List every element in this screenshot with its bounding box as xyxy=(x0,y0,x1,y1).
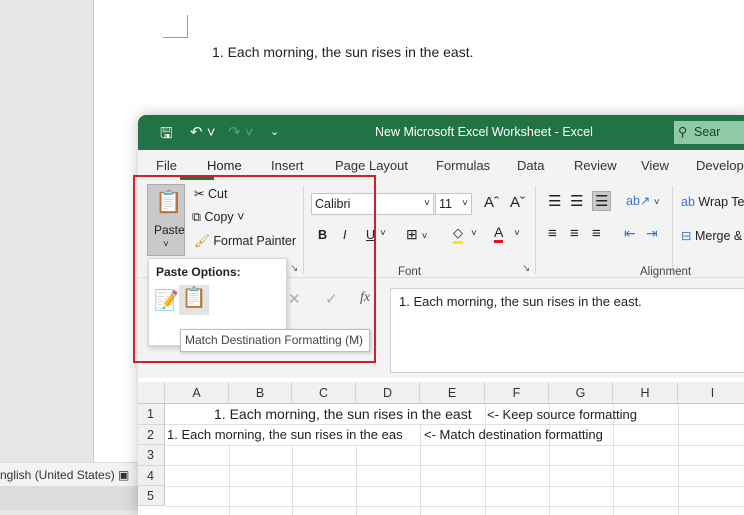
borders-icon[interactable]: ⊞ ˅ xyxy=(406,226,427,243)
customize-qat-icon[interactable]: ⌄ xyxy=(270,125,279,138)
middle-align-icon[interactable]: ☰ xyxy=(570,192,583,210)
merge-icon: ⊟ xyxy=(681,229,692,243)
align-right-icon[interactable]: ≡ xyxy=(592,225,601,242)
tab-home[interactable]: Home xyxy=(207,158,242,173)
tab-data[interactable]: Data xyxy=(517,158,544,173)
word-status-bar: nglish (United States) ▣ xyxy=(0,462,138,486)
align-center-icon[interactable]: ≡ xyxy=(570,225,579,242)
margin-corner-mark xyxy=(163,15,188,38)
row-header[interactable]: 5 xyxy=(138,486,165,506)
word-list-item: 1. Each morning, the sun rises in the ea… xyxy=(212,44,474,60)
select-all-corner[interactable] xyxy=(138,382,165,404)
column-header[interactable]: D xyxy=(356,382,420,404)
top-align-icon[interactable]: ☰ xyxy=(548,192,561,210)
font-color-dropdown-icon[interactable]: ˅ xyxy=(514,228,520,239)
tab-developer[interactable]: Develop xyxy=(696,158,744,173)
bottom-align-icon[interactable]: ☰ xyxy=(592,191,612,211)
column-header[interactable]: F xyxy=(485,382,549,404)
tab-view[interactable]: View xyxy=(641,158,669,173)
wrap-text-icon: ab xyxy=(681,195,695,209)
increase-indent-icon[interactable]: ⇥ xyxy=(646,225,658,242)
align-left-icon[interactable]: ≡ xyxy=(548,225,557,242)
tab-file[interactable]: File xyxy=(156,158,177,173)
alignment-group-label: Alignment xyxy=(640,266,692,278)
tab-review[interactable]: Review xyxy=(574,158,617,173)
fill-color-dropdown-icon[interactable]: ˅ xyxy=(471,228,477,239)
cell-e1[interactable]: <- Keep source formatting xyxy=(487,405,637,425)
word-taskbar-area xyxy=(0,486,138,510)
merge-center-button[interactable]: ⊟ Merge & xyxy=(681,228,742,243)
increase-font-icon[interactable]: Aˆ xyxy=(484,194,499,211)
cell-a2[interactable]: 1. Each morning, the sun rises in the ea… xyxy=(167,425,420,445)
column-header[interactable]: E xyxy=(420,382,485,404)
wrap-text-label: Wrap Tex xyxy=(698,195,744,209)
tab-formulas[interactable]: Formulas xyxy=(436,158,490,173)
decrease-font-icon[interactable]: Aˇ xyxy=(510,194,525,211)
cell-a1[interactable]: 1. Each morning, the sun rises in the ea… xyxy=(214,404,472,424)
accessibility-icon[interactable]: ▣ xyxy=(118,463,129,486)
search-label: Sear xyxy=(694,125,721,139)
font-color-icon[interactable]: A xyxy=(494,224,504,243)
save-icon[interactable]: 🖫 xyxy=(160,123,173,148)
window-title: New Microsoft Excel Worksheet - Excel xyxy=(375,125,593,139)
column-header[interactable]: C xyxy=(292,382,356,404)
tab-insert[interactable]: Insert xyxy=(271,158,304,173)
search-box[interactable]: ⚲ Sear xyxy=(674,121,744,144)
row-header[interactable]: 3 xyxy=(138,445,165,466)
merge-label: Merge & xyxy=(694,229,743,243)
wrap-text-button[interactable]: ab Wrap Tex xyxy=(681,195,744,209)
row-header[interactable]: 4 xyxy=(138,466,165,486)
fill-color-icon[interactable]: ◇ xyxy=(453,225,463,244)
tab-page-layout[interactable]: Page Layout xyxy=(335,158,408,173)
row-header[interactable]: 1 xyxy=(138,404,165,425)
decrease-indent-icon[interactable]: ⇤ xyxy=(624,225,636,242)
undo-icon[interactable]: ↶ ˅ xyxy=(190,123,216,141)
font-size-value: 11 xyxy=(439,197,452,211)
highlight-annotation-box xyxy=(133,175,376,363)
redo-icon[interactable]: ↷ ˅ xyxy=(228,123,254,141)
orientation-icon[interactable]: ab↗ ˅ xyxy=(626,193,660,208)
row-header[interactable]: 2 xyxy=(138,425,165,445)
font-group-label: Font xyxy=(398,266,422,278)
column-header[interactable]: H xyxy=(613,382,678,404)
font-size-select[interactable]: 11 ˅ xyxy=(435,193,472,215)
formula-input[interactable]: 1. Each morning, the sun rises in the ea… xyxy=(390,288,744,373)
column-header[interactable]: A xyxy=(165,382,229,404)
title-bar: 🖫 ↶ ˅ ↷ ˅ ⌄ New Microsoft Excel Workshee… xyxy=(138,115,744,150)
column-header[interactable]: G xyxy=(549,382,613,404)
search-icon: ⚲ xyxy=(678,125,688,139)
spreadsheet-grid[interactable]: A B C D E F G H I 1 2 3 4 5 1. Each morn… xyxy=(138,382,744,515)
underline-dropdown-icon[interactable]: ˅ xyxy=(380,228,386,239)
cell-e2[interactable]: <- Match destination formatting xyxy=(424,425,603,445)
column-header[interactable]: I xyxy=(678,382,744,404)
font-launcher-icon[interactable]: ↘ xyxy=(522,263,530,274)
column-header[interactable]: B xyxy=(229,382,292,404)
language-status[interactable]: nglish (United States) xyxy=(0,468,115,482)
